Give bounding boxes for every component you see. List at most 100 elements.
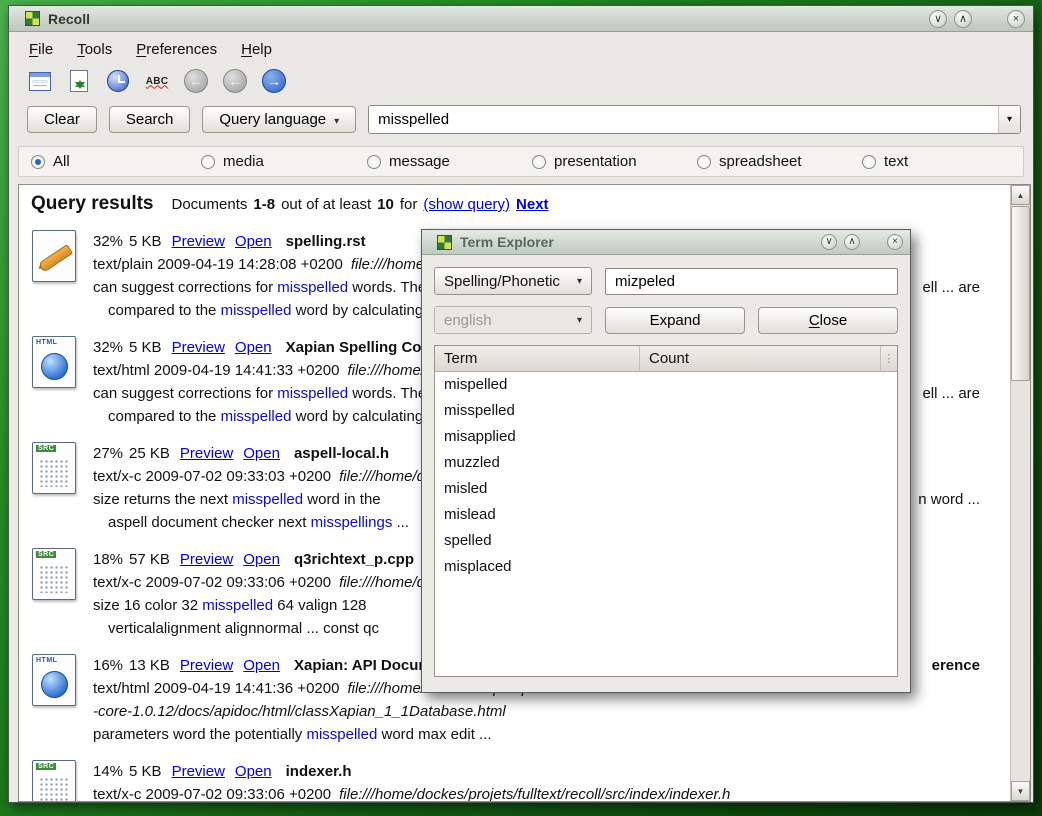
file-size: 57 KB bbox=[129, 551, 170, 568]
term-column-header[interactable]: Term bbox=[435, 346, 640, 371]
term-input[interactable] bbox=[605, 268, 898, 295]
result-range: 1-8 bbox=[253, 196, 275, 213]
recoll-app-icon bbox=[25, 11, 40, 26]
language-dropdown: english▾ bbox=[434, 306, 592, 334]
history-tool[interactable] bbox=[103, 67, 133, 95]
open-link[interactable]: Open bbox=[235, 339, 272, 356]
filter-radio-spreadsheet[interactable]: spreadsheet bbox=[697, 147, 802, 176]
file-type-icon: HTML bbox=[32, 654, 76, 706]
filter-radio-all[interactable]: All bbox=[31, 147, 70, 176]
radio-icon bbox=[367, 155, 381, 169]
relevance-score: 16% bbox=[93, 657, 123, 674]
open-link[interactable]: Open bbox=[235, 233, 272, 250]
back-arrow-icon: ← bbox=[223, 69, 247, 93]
file-date: 2009-04-19 14:41:33 +0200 bbox=[154, 362, 340, 379]
term-row[interactable]: mispelled bbox=[435, 372, 897, 398]
menu-help[interactable]: Help bbox=[241, 41, 272, 58]
dialog-close-action-button[interactable]: Close bbox=[758, 307, 898, 334]
clear-search-tool[interactable] bbox=[25, 67, 55, 95]
file-date: 2009-07-02 09:33:06 +0200 bbox=[146, 574, 332, 591]
term-row[interactable]: misplaced bbox=[435, 554, 897, 580]
chevron-down-icon: ▾ bbox=[577, 276, 582, 287]
file-type-icon: SRC bbox=[32, 442, 76, 494]
preview-link[interactable]: Preview bbox=[172, 339, 225, 356]
menu-file[interactable]: File bbox=[29, 41, 53, 58]
prev-page-tool[interactable]: ← bbox=[220, 67, 250, 95]
first-page-tool[interactable]: ← bbox=[181, 67, 211, 95]
term-row[interactable]: misspelled bbox=[435, 398, 897, 424]
scroll-up-button[interactable]: ▲ bbox=[1011, 185, 1030, 205]
open-link[interactable]: Open bbox=[243, 657, 280, 674]
unshade-button[interactable]: ∧ bbox=[954, 10, 972, 28]
relevance-score: 18% bbox=[93, 551, 123, 568]
filter-radio-text[interactable]: text bbox=[862, 147, 908, 176]
search-button[interactable]: Search bbox=[109, 106, 191, 133]
query-input[interactable] bbox=[369, 106, 998, 133]
open-link[interactable]: Open bbox=[235, 763, 272, 780]
relevance-score: 32% bbox=[93, 339, 123, 356]
count-column-header[interactable]: Count bbox=[640, 346, 881, 371]
close-button[interactable]: × bbox=[1007, 10, 1025, 28]
file-date: 2009-07-02 09:33:06 +0200 bbox=[146, 786, 332, 801]
dialog-unshade-button[interactable]: ∧ bbox=[844, 234, 860, 250]
filter-radio-message[interactable]: message bbox=[367, 147, 450, 176]
filter-radio-media[interactable]: media bbox=[201, 147, 264, 176]
clear-button[interactable]: Clear bbox=[27, 106, 97, 133]
title-continuation: erence bbox=[932, 654, 980, 677]
snippet-continuation: ell ... are bbox=[922, 276, 980, 299]
preview-link[interactable]: Preview bbox=[180, 445, 233, 462]
term-row[interactable]: misled bbox=[435, 476, 897, 502]
highlighted-term: misspelled bbox=[277, 385, 348, 402]
mime-type: text/html bbox=[93, 362, 150, 379]
radio-icon bbox=[862, 155, 876, 169]
table-clear-icon bbox=[29, 72, 51, 91]
term-row[interactable]: muzzled bbox=[435, 450, 897, 476]
scroll-down-button[interactable]: ▼ bbox=[1011, 781, 1030, 801]
document-arrows-icon bbox=[70, 70, 88, 92]
shade-button[interactable]: ∨ bbox=[929, 10, 947, 28]
menu-tools[interactable]: Tools bbox=[77, 41, 112, 58]
file-type-badge: HTML bbox=[36, 657, 57, 664]
title-bar[interactable]: Recoll ∨ ∧ × bbox=[9, 6, 1033, 32]
open-link[interactable]: Open bbox=[243, 551, 280, 568]
preview-link[interactable]: Preview bbox=[172, 233, 225, 250]
dialog-close-button[interactable]: × bbox=[887, 234, 903, 250]
combo-dropdown-button[interactable]: ▾ bbox=[998, 106, 1020, 133]
file-type-icon bbox=[32, 230, 76, 282]
term-row[interactable]: spelled bbox=[435, 528, 897, 554]
open-link[interactable]: Open bbox=[243, 445, 280, 462]
file-type-badge: SRC bbox=[36, 763, 56, 770]
preview-link[interactable]: Preview bbox=[180, 551, 233, 568]
next-page-link[interactable]: Next bbox=[516, 196, 549, 213]
expand-mode-dropdown[interactable]: Spelling/Phonetic▾ bbox=[434, 267, 592, 295]
menu-preferences[interactable]: Preferences bbox=[136, 41, 217, 58]
forward-arrow-icon: → bbox=[262, 69, 286, 93]
term-row[interactable]: misapplied bbox=[435, 424, 897, 450]
mime-type: text/x-c bbox=[93, 468, 141, 485]
file-type-badge: HTML bbox=[36, 339, 57, 346]
show-query-link[interactable]: (show query) bbox=[423, 196, 510, 213]
preview-link[interactable]: Preview bbox=[172, 763, 225, 780]
highlighted-term: misspelled bbox=[221, 408, 292, 425]
term-table-header[interactable]: Term Count ⋮ bbox=[435, 346, 897, 372]
highlighted-term: misspelled bbox=[221, 302, 292, 319]
file-size: 25 KB bbox=[129, 445, 170, 462]
preview-link[interactable]: Preview bbox=[180, 657, 233, 674]
term-explorer-tool[interactable]: ABC bbox=[142, 67, 172, 95]
update-index-tool[interactable] bbox=[64, 67, 94, 95]
file-size: 13 KB bbox=[129, 657, 170, 674]
term-row[interactable]: mislead bbox=[435, 502, 897, 528]
chevron-down-icon: ▾ bbox=[1007, 114, 1012, 125]
dialog-title-bar[interactable]: Term Explorer ∨ ∧ × bbox=[422, 230, 910, 255]
highlighted-term: misspelled bbox=[232, 491, 303, 508]
term-table-body: mispelledmisspelledmisappliedmuzzledmisl… bbox=[435, 372, 897, 580]
scrollbar-thumb[interactable] bbox=[1011, 206, 1030, 381]
dialog-shade-button[interactable]: ∨ bbox=[821, 234, 837, 250]
filter-radio-presentation[interactable]: presentation bbox=[532, 147, 637, 176]
expand-button[interactable]: Expand bbox=[605, 307, 745, 334]
results-summary: Documents 1-8 out of at least 10 for (sh… bbox=[172, 196, 549, 213]
file-type-badge: SRC bbox=[36, 445, 56, 452]
query-mode-dropdown[interactable]: Query language▾ bbox=[202, 106, 356, 133]
next-page-tool[interactable]: → bbox=[259, 67, 289, 95]
results-scrollbar[interactable]: ▲ ▼ bbox=[1010, 185, 1030, 801]
